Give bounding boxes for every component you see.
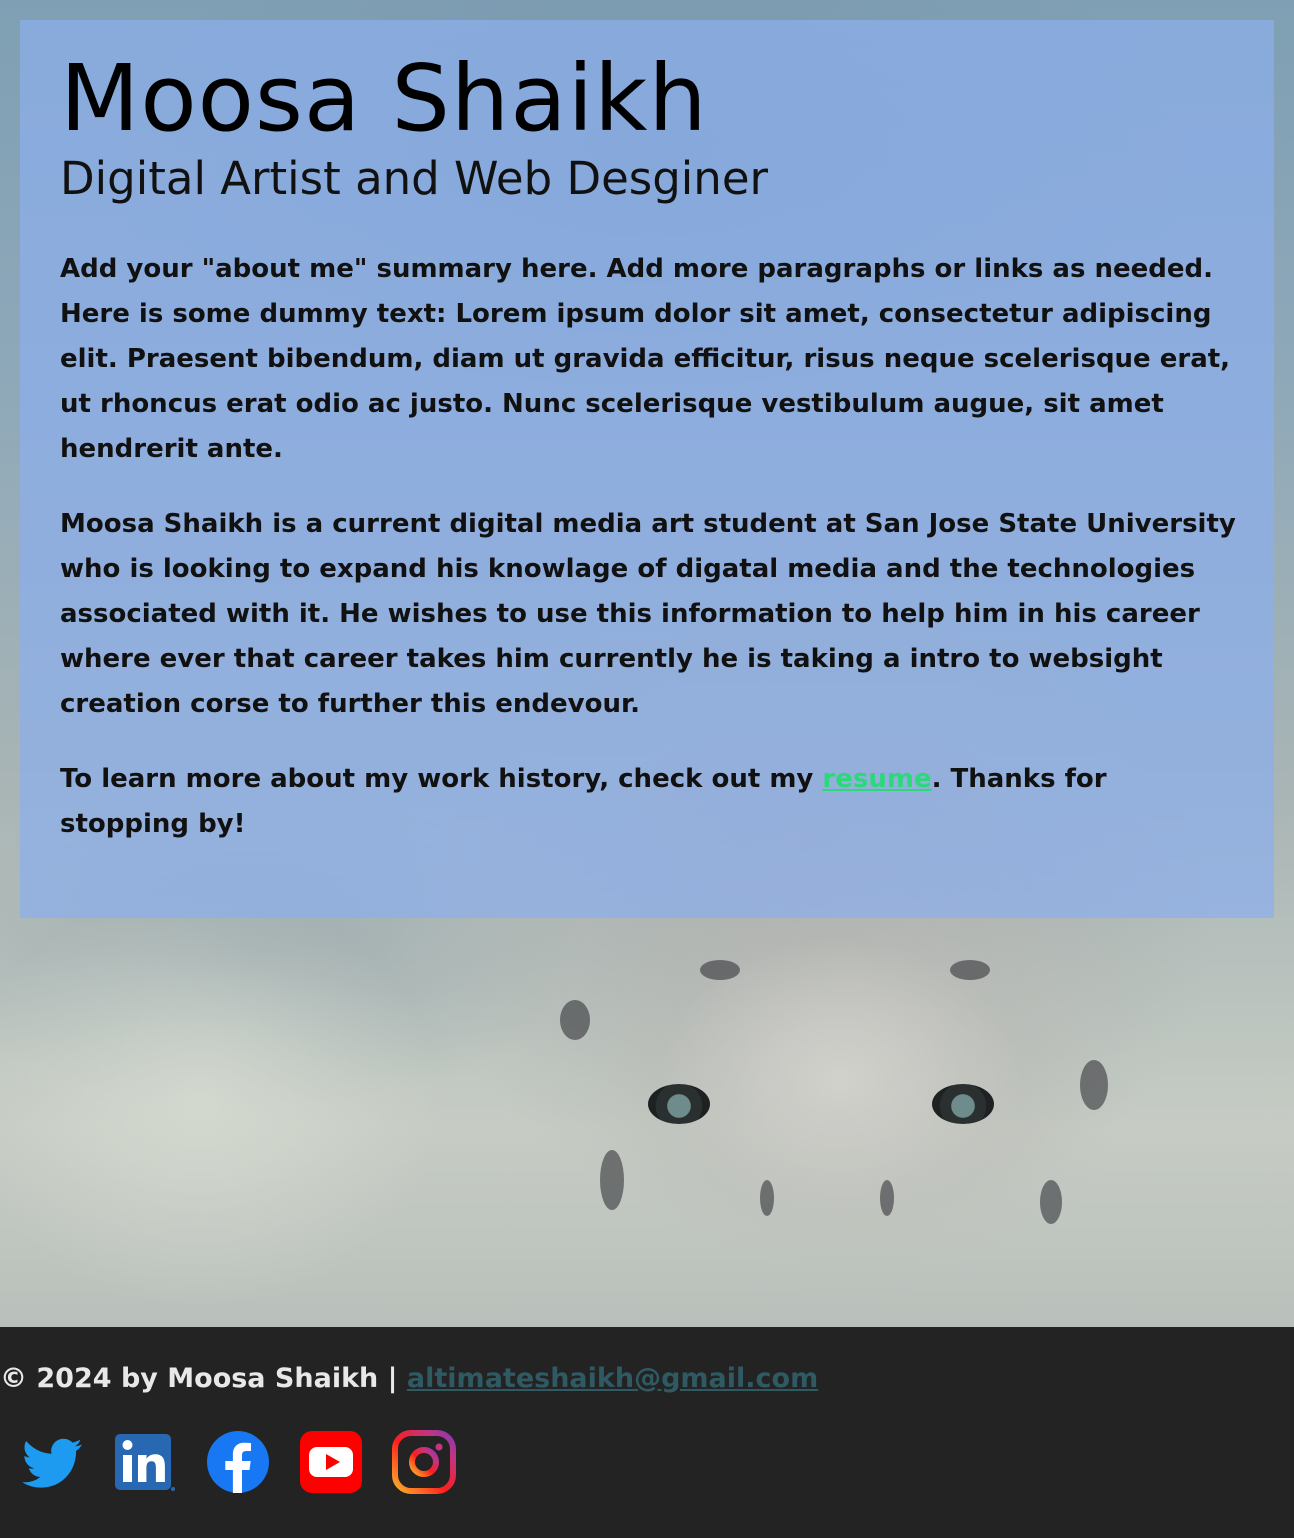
about-paragraph-3-text: To learn more about my work history, che… <box>60 764 823 794</box>
twitter-icon <box>22 1438 82 1488</box>
instagram-link[interactable] <box>392 1430 456 1494</box>
copyright-text: © 2024 by Moosa Shaikh | <box>0 1363 407 1394</box>
facebook-icon <box>207 1431 269 1493</box>
about-section: Add your "about me" summary here. Add mo… <box>60 247 1240 877</box>
about-paragraph-3: To learn more about my work history, che… <box>60 757 1240 847</box>
facebook-link[interactable] <box>206 1430 270 1494</box>
copyright-line: © 2024 by Moosa Shaikh | altimateshaikh@… <box>0 1357 818 1401</box>
youtube-link[interactable] <box>299 1430 363 1494</box>
linkedin-link[interactable] <box>113 1430 177 1494</box>
instagram-icon <box>392 1430 456 1494</box>
youtube-icon <box>300 1431 362 1493</box>
about-paragraph-2: Moosa Shaikh is a current digital media … <box>60 509 1236 719</box>
resume-link[interactable]: resume <box>822 764 931 794</box>
linkedin-icon <box>115 1434 175 1491</box>
page-subtitle: Digital Artist and Web Desginer <box>60 152 769 205</box>
email-link[interactable]: altimateshaikh@gmail.com <box>407 1363 818 1394</box>
social-links <box>20 1430 456 1494</box>
page-title: Moosa Shaikh <box>60 45 708 152</box>
twitter-link[interactable] <box>20 1430 84 1494</box>
footer: © 2024 by Moosa Shaikh | altimateshaikh@… <box>0 1327 1294 1538</box>
about-paragraph-1: Add your "about me" summary here. Add mo… <box>60 254 1231 464</box>
